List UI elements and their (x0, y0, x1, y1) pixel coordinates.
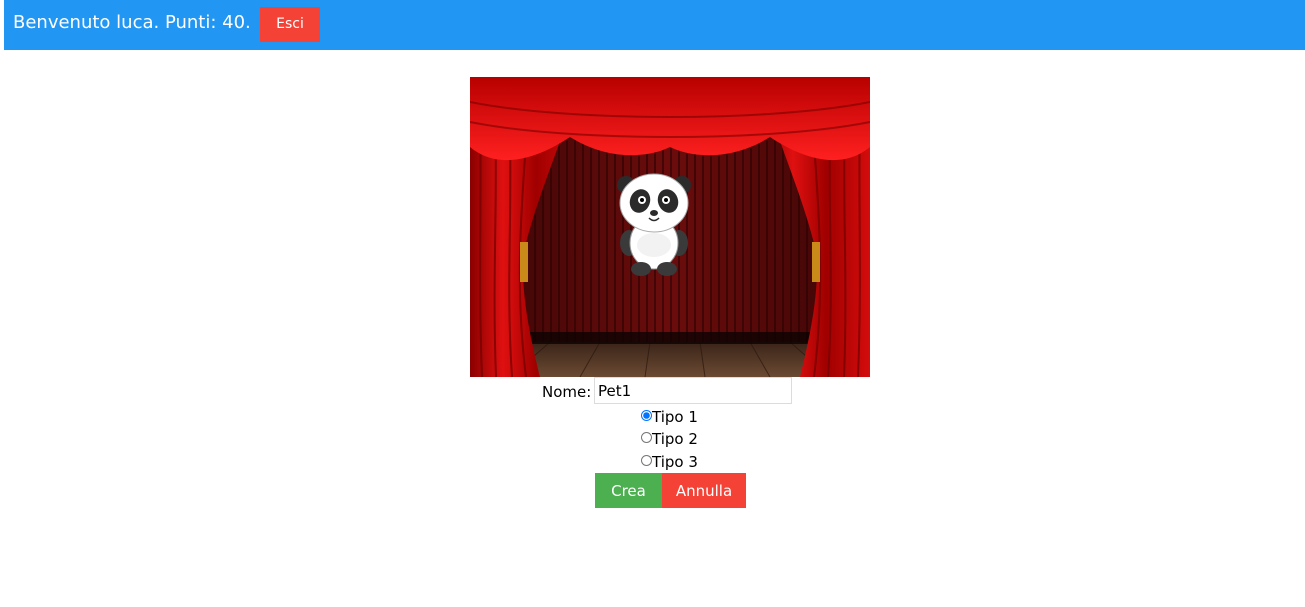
pet-stage-image (470, 77, 870, 377)
type-option-2[interactable]: Tipo 2 (641, 430, 698, 450)
type-radio-3[interactable] (641, 455, 652, 466)
type-radio-2[interactable] (641, 432, 652, 443)
name-label: Nome: (542, 383, 592, 401)
name-input[interactable] (594, 377, 792, 404)
type-option-1[interactable]: Tipo 1 (641, 408, 698, 428)
logout-button[interactable]: Esci (260, 7, 320, 42)
top-bar: Benvenuto luca. Punti: 40. Esci (4, 0, 1305, 50)
type-label-2: Tipo 2 (652, 430, 698, 448)
type-option-3[interactable]: Tipo 3 (641, 453, 698, 473)
welcome-message: Benvenuto luca. Punti: 40. (13, 12, 251, 33)
cancel-button[interactable]: Annulla (662, 473, 746, 508)
type-radio-1[interactable] (641, 410, 652, 421)
create-button[interactable]: Crea (595, 473, 662, 508)
type-label-1: Tipo 1 (652, 408, 698, 426)
type-label-3: Tipo 3 (652, 453, 698, 471)
